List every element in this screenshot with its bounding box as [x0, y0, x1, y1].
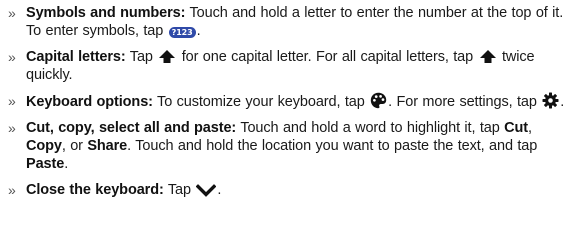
- item-text: Tap: [163, 182, 196, 198]
- item-text: , or: [61, 138, 88, 154]
- paste-label: Paste: [26, 156, 65, 172]
- palette-icon: [370, 92, 387, 109]
- list-item-cut-copy-paste: » Cut, copy, select all and paste: Touch…: [6, 119, 575, 173]
- bullet-marker: »: [8, 120, 16, 136]
- item-title: Keyboard options:: [26, 94, 153, 110]
- item-text: Tap: [125, 49, 158, 65]
- list-item-keyboard-options: » Keyboard options: To customize your ke…: [6, 92, 575, 111]
- item-title: Cut, copy, select all and paste:: [26, 120, 237, 136]
- item-text: ,: [527, 120, 532, 136]
- item-text: for one capital letter. For all capital …: [177, 49, 478, 65]
- share-label: Share: [87, 138, 128, 154]
- item-text: .: [217, 182, 222, 198]
- item-text: .: [64, 156, 69, 172]
- shift-arrow-icon: [158, 49, 176, 64]
- chevron-down-icon: [196, 184, 217, 197]
- list-item-capital-letters: » Capital letters: Tap for one capital l…: [6, 48, 575, 84]
- gear-icon: [542, 92, 559, 109]
- bullet-marker: »: [8, 182, 16, 198]
- item-title: Capital letters:: [26, 49, 126, 65]
- list-item-symbols-numbers: » Symbols and numbers: Touch and hold a …: [6, 4, 575, 40]
- keyboard-symbols-icon: ?123: [168, 27, 196, 38]
- bullet-marker: »: [8, 5, 16, 21]
- item-text: .: [196, 23, 201, 39]
- item-title: Symbols and numbers:: [26, 5, 186, 21]
- item-text: To customize your keyboard, tap: [152, 94, 370, 110]
- keyboard-tips-document: » Symbols and numbers: Touch and hold a …: [0, 0, 581, 241]
- item-text: Touch and hold a word to highlight it, t…: [236, 120, 505, 136]
- copy-label: Copy: [26, 138, 62, 154]
- bullet-marker: »: [8, 93, 16, 109]
- bullet-marker: »: [8, 49, 16, 65]
- item-text: . Touch and hold the location you want t…: [127, 138, 538, 154]
- item-text: .: [560, 94, 565, 110]
- list-item-close-keyboard: » Close the keyboard: Tap .: [6, 181, 575, 199]
- item-title: Close the keyboard:: [26, 182, 164, 198]
- item-text: . For more settings, tap: [388, 94, 542, 110]
- shift-arrow-icon: [479, 49, 497, 64]
- cut-label: Cut: [504, 120, 528, 136]
